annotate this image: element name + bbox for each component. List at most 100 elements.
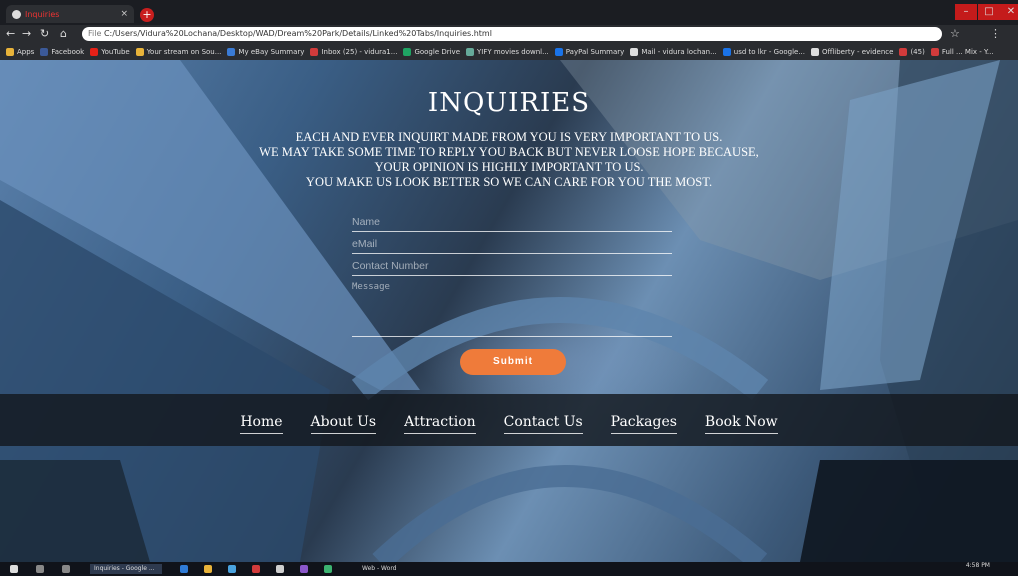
browser-titlebar: Inquiries × + – □ ✕ xyxy=(0,0,1018,25)
taskbar-word[interactable]: Web - Word xyxy=(358,564,418,574)
home-icon[interactable]: ⌂ xyxy=(60,27,67,40)
bookmark-favicon-icon xyxy=(310,47,319,56)
bookmark-item[interactable]: Mail - vidura lochan... xyxy=(630,47,717,56)
intro-line: WE MAY TAKE SOME TIME TO REPLY YOU BACK … xyxy=(259,145,759,159)
star-icon[interactable]: ☆ xyxy=(950,27,960,40)
bookmark-favicon-icon xyxy=(6,47,14,56)
bookmark-item[interactable]: (45) xyxy=(899,47,925,56)
nav-contact-us[interactable]: Contact Us xyxy=(503,414,583,434)
bookmark-item[interactable]: YIFY movies downl... xyxy=(466,47,549,56)
taskbar-chrome[interactable]: Inquiries - Google ... xyxy=(90,564,162,574)
intro-line: YOUR OPINION IS HIGHLY IMPORTANT TO US. xyxy=(374,160,644,174)
bookmark-label: YouTube xyxy=(101,47,130,56)
page-content: INQUIRIES EACH AND EVER INQUIRT MADE FRO… xyxy=(0,60,1018,562)
address-text: C:/Users/Vidura%20Lochana/Desktop/WAD/Dr… xyxy=(103,29,492,38)
maximize-icon[interactable]: □ xyxy=(978,4,1000,20)
bookmarks-bar: Apps Facebook YouTube Your stream on Sou...… xyxy=(0,43,1018,60)
bookmark-favicon-icon xyxy=(466,47,475,56)
store-icon[interactable] xyxy=(228,565,236,573)
address-bar[interactable]: File C:/Users/Vidura%20Lochana/Desktop/W… xyxy=(82,27,942,41)
close-window-icon[interactable]: ✕ xyxy=(1000,4,1018,20)
nav-home[interactable]: Home xyxy=(240,414,283,434)
tab-close-icon[interactable]: × xyxy=(120,9,128,19)
browser-toolbar: ← → ↻ ⌂ File C:/Users/Vidura%20Lochana/D… xyxy=(0,25,1018,43)
contact-field-wrap xyxy=(352,254,672,276)
inquiry-form xyxy=(352,210,672,338)
bookmark-favicon-icon xyxy=(630,47,639,56)
bookmark-label: Google Drive xyxy=(414,47,461,56)
bookmark-item[interactable]: Offliberty - evidence xyxy=(811,47,894,56)
bookmark-label: Mail - vidura lochan... xyxy=(641,47,717,56)
main-nav: Home About Us Attraction Contact Us Pack… xyxy=(0,414,1018,434)
nav-attraction[interactable]: Attraction xyxy=(404,414,476,434)
bookmark-favicon-icon xyxy=(135,47,144,56)
app-icon[interactable] xyxy=(300,565,308,573)
bookmark-favicon-icon xyxy=(227,47,236,56)
system-clock[interactable]: 4:58 PM xyxy=(966,563,990,569)
bookmark-favicon-icon xyxy=(811,47,819,56)
windows-taskbar: Inquiries - Google ... Web - Word 4:58 P… xyxy=(0,562,1018,576)
app-icon[interactable] xyxy=(324,565,332,573)
nav-book-now[interactable]: Book Now xyxy=(704,414,778,434)
bookmark-favicon-icon xyxy=(554,47,563,56)
bookmark-item[interactable]: Google Drive xyxy=(403,47,461,56)
intro-line: EACH AND EVER INQUIRT MADE FROM YOU IS V… xyxy=(295,130,723,144)
task-view-icon[interactable] xyxy=(62,565,70,573)
bookmark-label: usd to lkr - Google... xyxy=(733,47,805,56)
bookmark-item[interactable]: Facebook xyxy=(40,47,85,56)
reload-icon[interactable]: ↻ xyxy=(40,27,49,40)
bookmark-item[interactable]: YouTube xyxy=(90,47,130,56)
menu-icon[interactable]: ⋮ xyxy=(990,27,1001,40)
bookmark-item[interactable]: My eBay Summary xyxy=(227,47,305,56)
bookmark-favicon-icon xyxy=(90,47,99,56)
bookmark-favicon-icon xyxy=(930,47,939,56)
bookmark-label: Facebook xyxy=(51,47,85,56)
bookmark-item[interactable]: Apps xyxy=(6,47,35,56)
bookmark-item[interactable]: Inbox (25) - vidura1... xyxy=(310,47,398,56)
bookmark-item[interactable]: PayPal Summary xyxy=(554,47,625,56)
file-explorer-icon[interactable] xyxy=(204,565,212,573)
bookmark-label: PayPal Summary xyxy=(565,47,625,56)
bookmark-label: Offliberty - evidence xyxy=(822,47,894,56)
message-field-wrap xyxy=(352,276,672,338)
forward-icon[interactable]: → xyxy=(22,27,31,40)
chrome-favicon-icon xyxy=(12,9,21,19)
name-field-wrap xyxy=(352,210,672,232)
nav-about-us[interactable]: About Us xyxy=(310,414,377,434)
contact-number-field[interactable] xyxy=(352,254,672,274)
address-scheme: File xyxy=(88,29,102,38)
app-icon[interactable] xyxy=(252,565,260,573)
intro-line: YOU MAKE US LOOK BETTER SO WE CAN CARE F… xyxy=(305,175,713,189)
app-icon[interactable] xyxy=(276,565,284,573)
bookmark-label: My eBay Summary xyxy=(238,47,305,56)
search-icon[interactable] xyxy=(36,565,44,573)
bookmark-item[interactable]: Full ... Mix - Y... xyxy=(930,47,994,56)
bookmark-item[interactable]: usd to lkr - Google... xyxy=(722,47,805,56)
email-field[interactable] xyxy=(352,232,672,252)
new-tab-button[interactable]: + xyxy=(140,8,154,22)
nav-packages[interactable]: Packages xyxy=(610,414,677,434)
bookmark-label: Apps xyxy=(17,47,35,56)
intro-paragraph: EACH AND EVER INQUIRT MADE FROM YOU IS V… xyxy=(0,130,1018,190)
start-icon[interactable] xyxy=(10,565,18,573)
minimize-icon[interactable]: – xyxy=(955,4,977,20)
name-field[interactable] xyxy=(352,210,672,230)
bookmark-favicon-icon xyxy=(403,47,412,56)
browser-tab[interactable]: Inquiries × xyxy=(6,5,134,23)
bookmark-favicon-icon xyxy=(722,47,731,56)
bookmark-item[interactable]: Your stream on Sou... xyxy=(135,47,222,56)
edge-icon[interactable] xyxy=(180,565,188,573)
bookmark-favicon-icon xyxy=(899,47,908,56)
tab-title: Inquiries xyxy=(25,9,60,19)
submit-button[interactable]: Submit xyxy=(460,349,566,375)
email-field-wrap xyxy=(352,232,672,254)
bookmark-label: Your stream on Sou... xyxy=(146,47,222,56)
message-field[interactable] xyxy=(352,276,672,338)
bookmark-label: (45) xyxy=(910,47,925,56)
bookmark-favicon-icon xyxy=(40,47,49,56)
bookmark-label: Full ... Mix - Y... xyxy=(941,47,994,56)
bookmark-label: Inbox (25) - vidura1... xyxy=(321,47,398,56)
back-icon[interactable]: ← xyxy=(6,27,15,40)
page-title: INQUIRIES xyxy=(427,88,591,118)
bookmark-label: YIFY movies downl... xyxy=(477,47,549,56)
